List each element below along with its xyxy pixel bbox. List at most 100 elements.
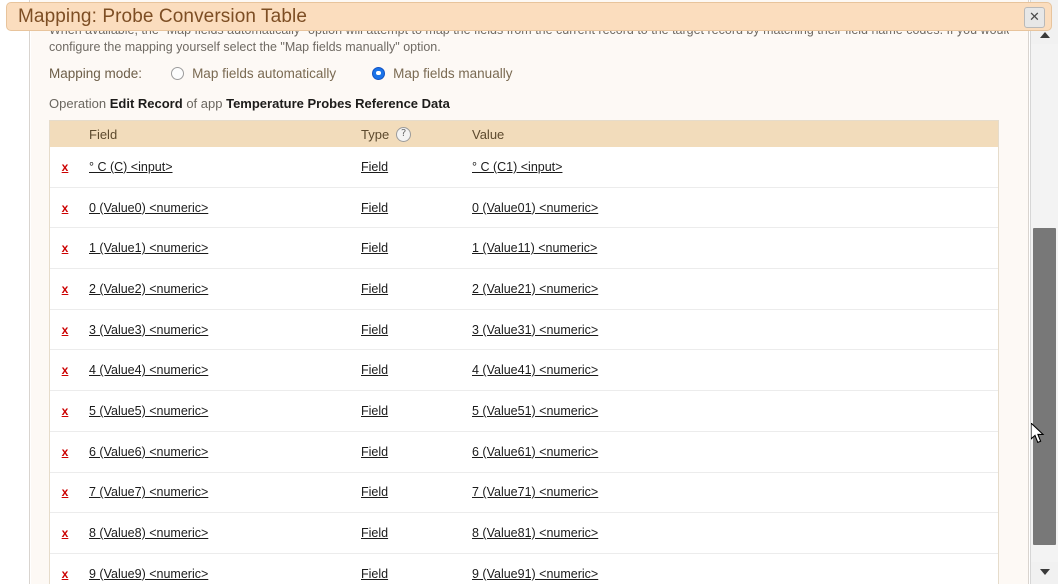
type-link[interactable]: Field (361, 363, 388, 377)
radio-map-fields-automatically[interactable]: Map fields automatically (171, 66, 336, 81)
description-line-2: configure the mapping yourself select th… (49, 39, 1009, 56)
cell-value: 2 (Value21) <numeric> (463, 282, 998, 296)
cell-value: 8 (Value81) <numeric> (463, 526, 998, 540)
cell-type: Field (352, 485, 463, 499)
cell-type: Field (352, 445, 463, 459)
mapping-dialog-body: When available, the "Map fields automati… (31, 0, 1029, 584)
cell-field: 4 (Value4) <numeric> (80, 363, 352, 377)
type-link[interactable]: Field (361, 241, 388, 255)
value-link[interactable]: 1 (Value11) <numeric> (472, 241, 597, 255)
operation-prefix: Operation (49, 96, 106, 111)
type-link[interactable]: Field (361, 160, 388, 174)
delete-icon[interactable]: x (62, 160, 69, 174)
type-link[interactable]: Field (361, 282, 388, 296)
cell-type: Field (352, 160, 463, 174)
delete-icon[interactable]: x (62, 485, 69, 499)
cell-type: Field (352, 282, 463, 296)
field-link[interactable]: ° C (C) <input> (89, 160, 173, 174)
header-type-column: Type ? (352, 127, 463, 142)
value-link[interactable]: 6 (Value61) <numeric> (472, 445, 598, 459)
delete-mapping-button[interactable]: x (50, 445, 80, 459)
close-icon[interactable]: ✕ (1024, 7, 1045, 28)
header-value-column: Value (463, 127, 998, 142)
table-header-row: Field Type ? Value (50, 121, 998, 147)
field-link[interactable]: 4 (Value4) <numeric> (89, 363, 208, 377)
value-link[interactable]: 9 (Value91) <numeric> (472, 567, 598, 581)
radio-automatic-label: Map fields automatically (192, 66, 336, 81)
value-link[interactable]: ° C (C1) <input> (472, 160, 562, 174)
type-link[interactable]: Field (361, 567, 388, 581)
scrollbar-track[interactable] (1031, 44, 1058, 562)
cell-field: 2 (Value2) <numeric> (80, 282, 352, 296)
table-row: x 4 (Value4) <numeric> Field 4 (Value41) <n… (50, 349, 998, 390)
vertical-scrollbar[interactable] (1030, 0, 1058, 584)
field-link[interactable]: 0 (Value0) <numeric> (89, 201, 208, 215)
delete-icon[interactable]: x (62, 445, 69, 459)
field-link[interactable]: 1 (Value1) <numeric> (89, 241, 208, 255)
operation-name: Edit Record (110, 96, 183, 111)
cell-field: 7 (Value7) <numeric> (80, 485, 352, 499)
delete-icon[interactable]: x (62, 404, 69, 418)
delete-mapping-button[interactable]: x (50, 404, 80, 418)
field-link[interactable]: 7 (Value7) <numeric> (89, 485, 208, 499)
operation-summary: Operation Edit Record of app Temperature… (49, 96, 450, 111)
radio-map-fields-manually[interactable]: Map fields manually (372, 66, 512, 81)
header-type-label: Type (361, 127, 389, 142)
delete-mapping-button[interactable]: x (50, 241, 80, 255)
field-link[interactable]: 3 (Value3) <numeric> (89, 323, 208, 337)
value-link[interactable]: 5 (Value51) <numeric> (472, 404, 598, 418)
radio-manual-indicator[interactable] (372, 67, 385, 80)
type-link[interactable]: Field (361, 323, 388, 337)
field-link[interactable]: 8 (Value8) <numeric> (89, 526, 208, 540)
delete-icon[interactable]: x (62, 241, 69, 255)
dialog-title-bar[interactable]: Mapping: Probe Conversion Table ✕ (6, 2, 1052, 31)
cell-field: 5 (Value5) <numeric> (80, 404, 352, 418)
delete-icon[interactable]: x (62, 363, 69, 377)
cell-value: 9 (Value91) <numeric> (463, 567, 998, 581)
operation-middle: of app (186, 96, 222, 111)
help-icon[interactable]: ? (396, 127, 411, 142)
scrollbar-down-arrow[interactable] (1031, 563, 1058, 580)
type-link[interactable]: Field (361, 485, 388, 499)
type-link[interactable]: Field (361, 526, 388, 540)
value-link[interactable]: 7 (Value71) <numeric> (472, 485, 598, 499)
field-link[interactable]: 2 (Value2) <numeric> (89, 282, 208, 296)
type-link[interactable]: Field (361, 404, 388, 418)
cell-type: Field (352, 323, 463, 337)
value-link[interactable]: 2 (Value21) <numeric> (472, 282, 598, 296)
delete-mapping-button[interactable]: x (50, 526, 80, 540)
delete-icon[interactable]: x (62, 282, 69, 296)
delete-mapping-button[interactable]: x (50, 160, 80, 174)
table-row: x 6 (Value6) <numeric> Field 6 (Value61) <n… (50, 431, 998, 472)
cell-value: 6 (Value61) <numeric> (463, 445, 998, 459)
cell-type: Field (352, 567, 463, 581)
cell-value: 1 (Value11) <numeric> (463, 241, 998, 255)
cell-type: Field (352, 363, 463, 377)
delete-icon[interactable]: x (62, 201, 69, 215)
delete-mapping-button[interactable]: x (50, 282, 80, 296)
field-link[interactable]: 6 (Value6) <numeric> (89, 445, 208, 459)
type-link[interactable]: Field (361, 445, 388, 459)
value-link[interactable]: 4 (Value41) <numeric> (472, 363, 598, 377)
delete-mapping-button[interactable]: x (50, 567, 80, 581)
type-link[interactable]: Field (361, 201, 388, 215)
value-link[interactable]: 8 (Value81) <numeric> (472, 526, 598, 540)
mapping-mode-label: Mapping mode: (49, 66, 142, 81)
radio-automatic-indicator[interactable] (171, 67, 184, 80)
operation-app-name: Temperature Probes Reference Data (226, 96, 450, 111)
cell-value: 7 (Value71) <numeric> (463, 485, 998, 499)
value-link[interactable]: 3 (Value31) <numeric> (472, 323, 598, 337)
delete-mapping-button[interactable]: x (50, 363, 80, 377)
cell-field: 3 (Value3) <numeric> (80, 323, 352, 337)
value-link[interactable]: 0 (Value01) <numeric> (472, 201, 598, 215)
table-row: x 8 (Value8) <numeric> Field 8 (Value81) <n… (50, 512, 998, 553)
delete-icon[interactable]: x (62, 567, 69, 581)
delete-mapping-button[interactable]: x (50, 323, 80, 337)
field-link[interactable]: 9 (Value9) <numeric> (89, 567, 208, 581)
delete-icon[interactable]: x (62, 526, 69, 540)
delete-mapping-button[interactable]: x (50, 485, 80, 499)
delete-mapping-button[interactable]: x (50, 201, 80, 215)
delete-icon[interactable]: x (62, 323, 69, 337)
scrollbar-thumb[interactable] (1033, 228, 1056, 545)
field-link[interactable]: 5 (Value5) <numeric> (89, 404, 208, 418)
